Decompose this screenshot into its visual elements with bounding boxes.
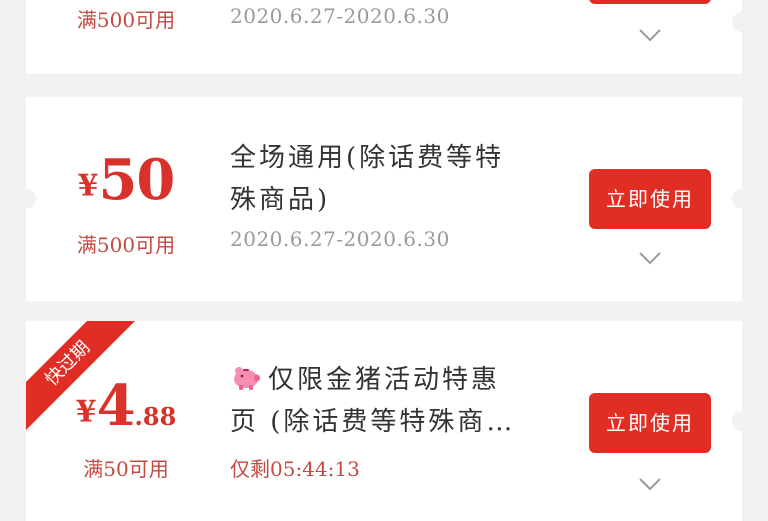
piggy-bank-icon — [234, 367, 260, 390]
card-notch — [732, 12, 752, 32]
coupon-condition: 满50可用 — [83, 457, 169, 481]
coupon-title-line: 仅限金猪活动特惠 — [230, 359, 550, 401]
card-notch — [732, 189, 752, 209]
coupon-title-line: 页 (除话费等特殊商… — [230, 407, 516, 437]
coupon-title-line: 全场通用(除话费等特 — [230, 143, 505, 173]
coupon-title: 全场通用(除话费等特 殊商品) — [230, 137, 530, 221]
coupon-title-text: 仅限金猪活动特惠 — [268, 365, 501, 395]
currency-symbol: ¥ — [75, 394, 97, 430]
coupon-title-line: 殊商品) — [230, 185, 331, 215]
countdown-timer: 仅剩05:44:13 — [230, 457, 360, 481]
chevron-down-icon[interactable] — [638, 250, 662, 266]
coupon-validity: 2020.6.27-2020.6.30 — [230, 4, 450, 28]
coupon-condition: 满500可用 — [76, 8, 176, 32]
coupon-validity: 2020.6.27-2020.6.30 — [230, 227, 450, 251]
chevron-down-icon[interactable] — [638, 476, 662, 492]
amount-decimal: .88 — [134, 402, 177, 431]
coupon-card-1: 满500可用 2020.6.27-2020.6.30 — [26, 0, 752, 74]
card-notch — [732, 411, 752, 431]
coupon-card-2: ¥50 满500可用 全场通用(除话费等特 殊商品) 2020.6.27-202… — [16, 97, 752, 301]
amount-value: 50 — [98, 147, 175, 213]
chevron-down-icon[interactable] — [638, 27, 662, 43]
amount-value: 4 — [96, 373, 136, 439]
use-now-button[interactable]: 立即使用 — [589, 169, 711, 229]
coupon-amount: ¥50 — [26, 147, 226, 213]
coupon-condition: 满500可用 — [76, 233, 176, 257]
use-now-button[interactable] — [589, 0, 711, 4]
coupon-card-3: 快过期 ¥4.88 满50可用 仅限金猪活动特惠 页 (除话费等特殊商… 仅剩0… — [16, 321, 752, 521]
use-now-button[interactable]: 立即使用 — [589, 393, 711, 453]
coupon-title: 仅限金猪活动特惠 页 (除话费等特殊商… — [230, 359, 550, 443]
currency-symbol: ¥ — [77, 168, 99, 204]
coupon-amount: ¥4.88 — [26, 373, 226, 439]
